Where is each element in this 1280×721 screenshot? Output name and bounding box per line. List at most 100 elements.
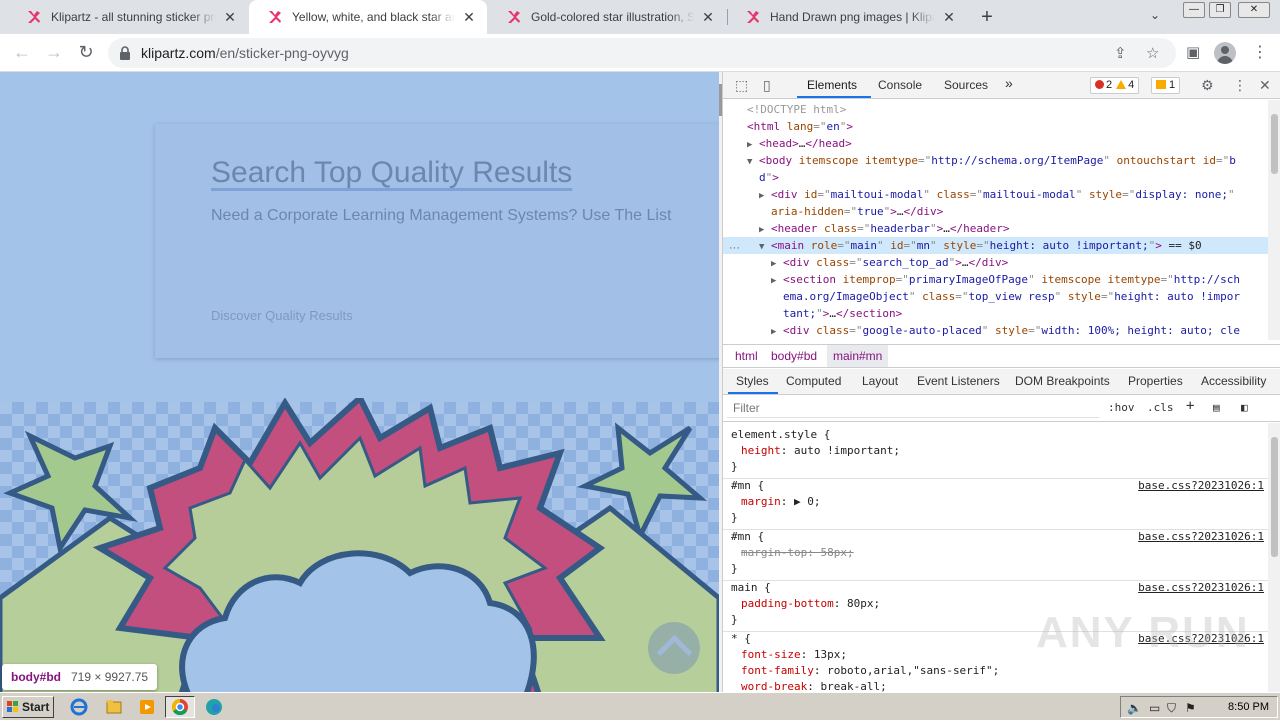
close-tab-icon[interactable]: ✕ <box>700 9 716 26</box>
errors-warnings-badge[interactable]: 24 <box>1090 77 1140 94</box>
close-devtools-icon[interactable]: ✕ <box>1259 77 1271 94</box>
css-source-link[interactable]: base.css?20231026:1 <box>1138 529 1264 545</box>
close-tab-icon[interactable]: ✕ <box>461 9 477 26</box>
css-rule[interactable]: element.style {height: auto !important;} <box>723 427 1268 479</box>
browser-tab-active[interactable]: Yellow, white, and black star and clo ✕ <box>249 0 487 34</box>
tab-event-listeners[interactable]: Event Listeners <box>917 374 1000 388</box>
reload-button[interactable]: ↻ <box>75 42 97 64</box>
hover-state-toggle[interactable]: :hov <box>1108 401 1135 414</box>
dom-node-line[interactable]: ▶ <section itemprop="primaryImageOfPage" … <box>723 271 1268 288</box>
settings-gear-icon[interactable]: ⚙ <box>1201 77 1214 94</box>
css-property[interactable]: height <box>741 444 781 457</box>
dom-node-line[interactable]: <!DOCTYPE html> <box>723 101 1268 118</box>
volume-icon[interactable]: 🔈 <box>1127 701 1142 715</box>
share-icon[interactable]: ⇪ <box>1114 44 1127 62</box>
new-tab-button[interactable]: + <box>976 6 998 28</box>
css-value[interactable]: break-all; <box>820 680 886 692</box>
tab-console[interactable]: Console <box>878 78 922 92</box>
forward-button[interactable]: → <box>43 42 65 64</box>
issues-badge[interactable]: 1 <box>1151 77 1181 94</box>
inspect-element-icon[interactable]: ⬚ <box>735 77 748 94</box>
profile-avatar[interactable] <box>1214 42 1236 64</box>
ie-quicklaunch-icon[interactable] <box>66 696 92 718</box>
device-toolbar-icon[interactable]: ▯ <box>763 77 771 94</box>
css-declaration[interactable]: font-size: 13px; <box>741 647 847 663</box>
close-tab-icon[interactable]: ✕ <box>941 9 957 26</box>
css-property[interactable]: margin <box>741 495 781 508</box>
css-value[interactable]: roboto,arial,"sans-serif"; <box>827 664 999 677</box>
expand-arrow-icon[interactable]: ▶ <box>771 273 783 288</box>
dom-scrollbar[interactable] <box>1268 100 1280 340</box>
css-rule[interactable]: #mn { base.css?20231026:1 margin-top: 58px… <box>723 529 1268 581</box>
browser-tab[interactable]: Klipartz - all stunning sticker png ima … <box>8 0 248 34</box>
css-property[interactable]: word-break <box>741 680 807 692</box>
css-value[interactable]: auto !important; <box>794 444 900 457</box>
css-property[interactable]: font-size <box>741 648 801 661</box>
css-value[interactable]: 13px; <box>814 648 847 661</box>
tab-elements[interactable]: Elements <box>807 78 857 92</box>
action-center-flag-icon[interactable]: ⚑ <box>1185 701 1196 715</box>
dom-node-line[interactable]: ▶ <header class="headerbar">…</header> <box>723 220 1268 237</box>
css-property[interactable]: margin-top <box>741 546 807 559</box>
tab-computed[interactable]: Computed <box>786 374 841 388</box>
browser-menu-icon[interactable]: ⋮ <box>1252 42 1268 62</box>
dom-node-line[interactable]: ▼ <body itemscope itemtype="http://schema… <box>723 152 1268 169</box>
new-rule-plus-icon[interactable]: + <box>1186 398 1194 414</box>
breadcrumb-main[interactable]: main#mn <box>827 345 889 367</box>
css-source-link[interactable]: base.css?20231026:1 <box>1138 580 1264 596</box>
styles-filter-input[interactable] <box>727 399 1099 418</box>
css-property[interactable]: padding-bottom <box>741 597 834 610</box>
more-tabs-chevron-icon[interactable]: » <box>1005 75 1013 91</box>
collapse-arrow-icon[interactable]: ▼ <box>747 154 759 169</box>
dom-tree[interactable]: <!DOCTYPE html> <html lang="en"> ▶ <head>…<… <box>723 100 1268 340</box>
dom-node-line[interactable]: ▶ <div id="mailtoui-modal" class="mailtou… <box>723 186 1268 203</box>
class-toggle[interactable]: .cls <box>1147 401 1174 414</box>
tab-styles[interactable]: Styles <box>736 374 769 388</box>
styles-scrollbar[interactable] <box>1268 423 1280 692</box>
css-rule[interactable]: #mn {base.css?20231026:1 margin: ▶ 0;} <box>723 478 1268 530</box>
browser-tab[interactable]: Hand Drawn png images | Klipartz ✕ <box>727 0 967 34</box>
tab-properties[interactable]: Properties <box>1128 374 1183 388</box>
browser-tab[interactable]: Gold-colored star illustration, Star De … <box>488 0 726 34</box>
back-button[interactable]: ← <box>11 42 33 64</box>
css-property[interactable]: font-family <box>741 664 814 677</box>
dom-node-line[interactable]: ▶ <div class="search_top_ad">…</div> <box>723 254 1268 271</box>
css-value[interactable]: 80px; <box>847 597 880 610</box>
css-declaration[interactable]: margin-top: 58px; <box>741 545 854 561</box>
toggle-sidebar-icon[interactable]: ◧ <box>1241 401 1248 414</box>
tab-dom-breakpoints[interactable]: DOM Breakpoints <box>1015 374 1110 388</box>
network-icon[interactable]: ▭ <box>1149 701 1160 715</box>
breadcrumb-html[interactable]: html <box>729 345 764 367</box>
close-tab-icon[interactable]: ✕ <box>222 9 238 26</box>
css-declaration[interactable]: margin: ▶ 0; <box>741 494 821 510</box>
expand-arrow-icon[interactable]: ▶ <box>771 256 783 271</box>
restore-button[interactable]: ❐ <box>1209 2 1231 18</box>
dom-node-line[interactable]: tant;">…</section> <box>723 305 1268 322</box>
expand-arrow-icon[interactable]: ▶ <box>759 222 771 237</box>
expand-arrow-icon[interactable]: ▶ <box>759 188 771 203</box>
media-player-quicklaunch-icon[interactable] <box>134 696 160 718</box>
dom-node-line[interactable]: ema.org/ImageObject" class="top_view res… <box>723 288 1268 305</box>
expand-arrow-icon[interactable]: ▶ <box>771 324 783 339</box>
explorer-quicklaunch-icon[interactable] <box>101 696 127 718</box>
minimize-button[interactable]: — <box>1183 2 1205 18</box>
css-selector[interactable]: * { <box>731 631 751 647</box>
dom-node-line[interactable]: <html lang="en"> <box>723 118 1268 135</box>
bookmark-star-icon[interactable]: ☆ <box>1146 44 1159 62</box>
tab-layout[interactable]: Layout <box>862 374 898 388</box>
dom-node-line[interactable]: ▶ <div class="google-auto-placed" style="… <box>723 322 1268 339</box>
ad-footer[interactable]: Discover Quality Results <box>211 308 353 323</box>
side-panel-icon[interactable]: ▣ <box>1186 43 1200 61</box>
css-value[interactable]: 58px; <box>820 546 853 559</box>
chrome-taskbar-icon[interactable] <box>165 696 195 718</box>
close-window-button[interactable]: ✕ <box>1238 2 1270 18</box>
selected-node-dots[interactable]: ··· <box>729 242 740 254</box>
dom-node-line[interactable]: ▼ <main role="main" id="mn" style="height… <box>723 237 1268 254</box>
css-selector[interactable]: #mn { <box>731 529 764 545</box>
ad-title[interactable]: Search Top Quality Results <box>211 156 572 190</box>
search-top-ad[interactable]: Search Top Quality Results Need a Corpor… <box>155 124 719 358</box>
css-declaration[interactable]: padding-bottom: 80px; <box>741 596 880 612</box>
css-selector[interactable]: element.style { <box>731 427 830 443</box>
css-declaration[interactable]: word-break: break-all; <box>741 679 887 692</box>
collapse-arrow-icon[interactable]: ▼ <box>759 239 771 254</box>
